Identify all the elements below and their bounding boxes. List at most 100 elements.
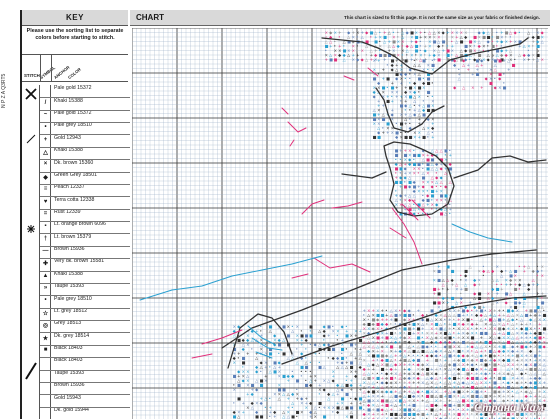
svg-text:•: • [345, 346, 347, 351]
key-row-label: Pale gold 15372 [54, 110, 92, 117]
svg-text:■: ■ [386, 76, 390, 81]
svg-text:•: • [518, 264, 520, 269]
svg-text:■: ■ [260, 414, 264, 419]
svg-text:×: × [296, 324, 299, 329]
svg-text:■: ■ [491, 43, 495, 48]
svg-text:■: ■ [400, 103, 404, 108]
svg-text:+: + [536, 282, 539, 287]
svg-text:■: ■ [260, 382, 264, 387]
key-row-label: Pale gold 15372 [54, 85, 92, 92]
svg-text:×: × [421, 380, 424, 385]
svg-text:×: × [373, 121, 376, 126]
svg-text:△: △ [444, 170, 448, 175]
svg-text:■: ■ [345, 382, 349, 387]
svg-text:•: • [332, 409, 334, 414]
svg-text:■: ■ [327, 324, 331, 329]
svg-text:•: • [237, 355, 239, 360]
svg-text:+: + [471, 71, 474, 76]
svg-text:×: × [455, 286, 458, 291]
svg-text:×: × [350, 369, 353, 374]
svg-text:■: ■ [345, 333, 349, 338]
svg-text:■: ■ [403, 339, 407, 344]
svg-text:△: △ [332, 391, 336, 396]
svg-text:■: ■ [514, 286, 518, 291]
svg-text:△: △ [440, 148, 444, 153]
svg-text:■: ■ [409, 134, 413, 139]
svg-text:•: • [356, 43, 358, 48]
key-row-label: Terra cotta 12338 [54, 196, 95, 203]
petal-strokes-mid [301, 199, 363, 215]
svg-text:■: ■ [255, 414, 259, 419]
svg-text:■: ■ [373, 76, 377, 81]
svg-text:△: △ [287, 414, 291, 419]
svg-text:•: • [427, 134, 429, 139]
svg-text:•: • [518, 286, 520, 291]
svg-text:•: • [460, 277, 462, 282]
key-row-symbol: + [43, 136, 48, 143]
svg-text:×: × [361, 48, 364, 53]
svg-text:+: + [395, 94, 398, 99]
svg-text:◆: ◆ [395, 76, 399, 81]
svg-text:•: • [354, 346, 356, 351]
svg-text:×: × [538, 380, 541, 385]
svg-text:◆: ◆ [291, 373, 295, 378]
svg-text:•: • [439, 366, 441, 371]
svg-text:•: • [309, 342, 311, 347]
svg-text:+: + [449, 152, 452, 157]
svg-text:■: ■ [422, 58, 426, 63]
svg-text:×: × [424, 34, 427, 39]
key-instructions: Please use the sorting list to separate … [26, 28, 124, 42]
svg-text:■: ■ [282, 351, 286, 356]
svg-text:◆: ◆ [485, 76, 489, 81]
svg-text:•: • [505, 268, 507, 273]
svg-text:+: + [359, 328, 362, 333]
key-row-symbol: • [44, 124, 47, 131]
svg-text:•: • [514, 57, 516, 62]
svg-text:■: ■ [404, 184, 408, 189]
svg-text:+: + [400, 80, 403, 85]
key-row-symbol: ◆ [43, 174, 48, 181]
svg-text:×: × [246, 405, 249, 410]
svg-text:+: + [273, 414, 276, 419]
svg-text:+: + [428, 52, 431, 57]
svg-text:■: ■ [318, 364, 322, 369]
svg-text:◆: ◆ [354, 396, 358, 401]
svg-text:•: • [482, 273, 484, 278]
svg-text:△: △ [336, 364, 340, 369]
svg-text:△: △ [462, 62, 466, 67]
svg-text:■: ■ [437, 57, 441, 62]
svg-text:+: + [325, 57, 328, 62]
watermark: Страна Мам [474, 400, 544, 414]
svg-text:■: ■ [448, 353, 452, 358]
key-row-symbol: ■ [43, 346, 48, 353]
svg-text:×: × [417, 188, 420, 193]
svg-text:■: ■ [305, 382, 309, 387]
svg-text:■: ■ [476, 71, 480, 76]
svg-text:■: ■ [417, 152, 421, 157]
key-row-label: Khaki 15388 [54, 147, 83, 154]
svg-text:+: + [480, 85, 483, 90]
svg-text:×: × [246, 382, 249, 387]
svg-text:×: × [543, 317, 546, 322]
svg-text:•: • [233, 400, 235, 405]
svg-text:+: + [500, 286, 503, 291]
key-row-symbol: / [44, 99, 47, 106]
svg-text:×: × [433, 277, 436, 282]
svg-text:■: ■ [291, 414, 295, 419]
svg-text:■: ■ [440, 211, 444, 216]
key-row-symbol: △ [43, 150, 48, 157]
svg-text:•: • [471, 411, 473, 416]
svg-text:+: + [426, 202, 429, 207]
page-side-text: N P Z A Q3RT5 [1, 73, 7, 108]
key-row-label: Grey 18513 [54, 320, 82, 327]
svg-text:×: × [489, 326, 492, 331]
svg-text:△: △ [255, 378, 259, 383]
svg-text:•: • [427, 94, 429, 99]
key-row-symbol: ▪ [44, 223, 47, 230]
svg-text:×: × [345, 414, 348, 419]
svg-text:■: ■ [484, 330, 488, 335]
svg-text:×: × [305, 405, 308, 410]
svg-text:■: ■ [287, 333, 291, 338]
svg-text:■: ■ [379, 52, 383, 57]
svg-text:△: △ [251, 405, 255, 410]
